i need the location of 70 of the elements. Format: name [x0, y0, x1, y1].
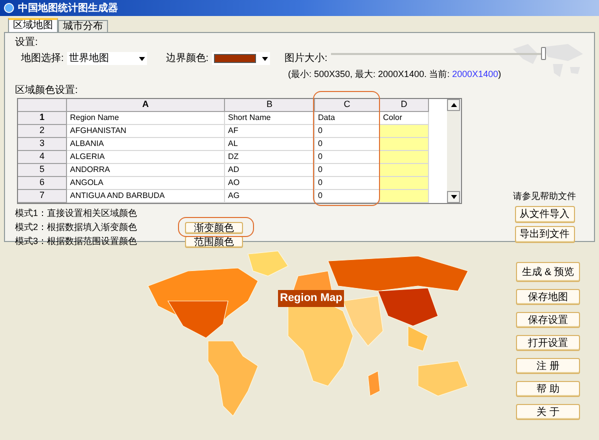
table-cell: AL: [225, 138, 315, 150]
table-cell: AF: [225, 124, 315, 138]
action-button[interactable]: 帮 助: [516, 381, 580, 397]
slider-thumb[interactable]: [541, 47, 546, 60]
action-button[interactable]: 保存设置: [516, 312, 580, 328]
table-cell: Region Name: [67, 112, 225, 124]
size-note: (最小: 500X350, 最大: 2000X1400. 当前: 2000X1400): [288, 68, 502, 81]
column-header[interactable]: D: [380, 98, 429, 112]
scroll-up-button[interactable]: [447, 98, 460, 110]
size-label: 图片大小:: [284, 52, 328, 66]
action-button[interactable]: 保存地图: [516, 289, 580, 305]
scroll-up-icon: [450, 102, 456, 106]
table-cell: AD: [225, 164, 315, 176]
table-cell: AO: [225, 176, 315, 190]
table-cell: ALGERIA: [67, 150, 225, 164]
table-cell: AG: [225, 190, 315, 202]
border-color-label: 边界颜色:: [166, 52, 209, 66]
table-cell: 0: [315, 138, 380, 150]
row-number: 3: [18, 138, 67, 150]
tab[interactable]: 城市分布: [58, 20, 108, 32]
mode-button[interactable]: 渐变颜色: [185, 222, 243, 234]
table-cell: ANGOLA: [67, 176, 225, 190]
row-number: 2: [18, 124, 67, 138]
caret-icon: [138, 56, 145, 60]
table-cell: 0: [315, 124, 380, 138]
table-cell: ANDORRA: [67, 164, 225, 176]
row-number: 6: [18, 176, 67, 190]
table-cell: Short Name: [225, 112, 315, 124]
file-button[interactable]: 从文件导入: [514, 206, 574, 223]
map-dropdown[interactable]: 世界地图: [66, 52, 147, 65]
scroll-down-button[interactable]: [447, 190, 460, 202]
globe-icon: [4, 3, 14, 13]
action-button[interactable]: 关 于: [516, 404, 580, 420]
color-dropdown[interactable]: [212, 52, 270, 65]
mode-label: 模式2：根据数据填入渐变颜色: [15, 221, 138, 234]
table-cell: ANTIGUA AND BARBUDA: [67, 190, 225, 202]
table-cell: 0: [315, 150, 380, 164]
table-cell: 0: [315, 164, 380, 176]
caret-icon: [262, 56, 268, 60]
row-number: 7: [18, 190, 67, 202]
action-button[interactable]: 注 册: [516, 358, 580, 374]
map-label: 地图选择:: [21, 52, 64, 66]
mode-button[interactable]: 范围颜色: [185, 236, 243, 248]
column-header[interactable]: C: [315, 98, 380, 112]
window-title: 中国地图统计图生成器: [18, 2, 118, 16]
row-number: 5: [18, 164, 67, 176]
mode-label: 模式1：直接设置相关区域颜色: [15, 207, 138, 220]
row-number: 4: [18, 150, 67, 164]
row-number: 1: [18, 112, 67, 124]
file-button[interactable]: 导出到文件: [514, 226, 574, 243]
tab[interactable]: 区域地图: [8, 18, 58, 32]
column-header[interactable]: B: [225, 98, 315, 112]
mode-label: 模式3：根据数据范围设置颜色: [15, 235, 138, 248]
table-cell: AFGHANISTAN: [67, 124, 225, 138]
table-cell: 0: [315, 176, 380, 190]
column-header[interactable]: A: [67, 98, 225, 112]
table-cell: DZ: [225, 150, 315, 164]
table-cell: ALBANIA: [67, 138, 225, 150]
help-note: 请参见帮助文件: [513, 190, 576, 202]
scrollbar[interactable]: [447, 98, 460, 202]
table-cell: Data: [315, 112, 380, 124]
action-button[interactable]: 打开设置: [516, 335, 580, 351]
table-cell: Color: [380, 112, 429, 124]
map-caption: Region Map: [278, 290, 344, 306]
caret-icon: [450, 194, 456, 198]
region-color-label: 区域颜色设置:: [15, 84, 78, 98]
action-button[interactable]: 生成 & 预览: [516, 262, 580, 282]
corner-cell[interactable]: [18, 98, 67, 112]
settings-label: 设置:: [15, 36, 38, 50]
table-cell: 0: [315, 190, 380, 202]
